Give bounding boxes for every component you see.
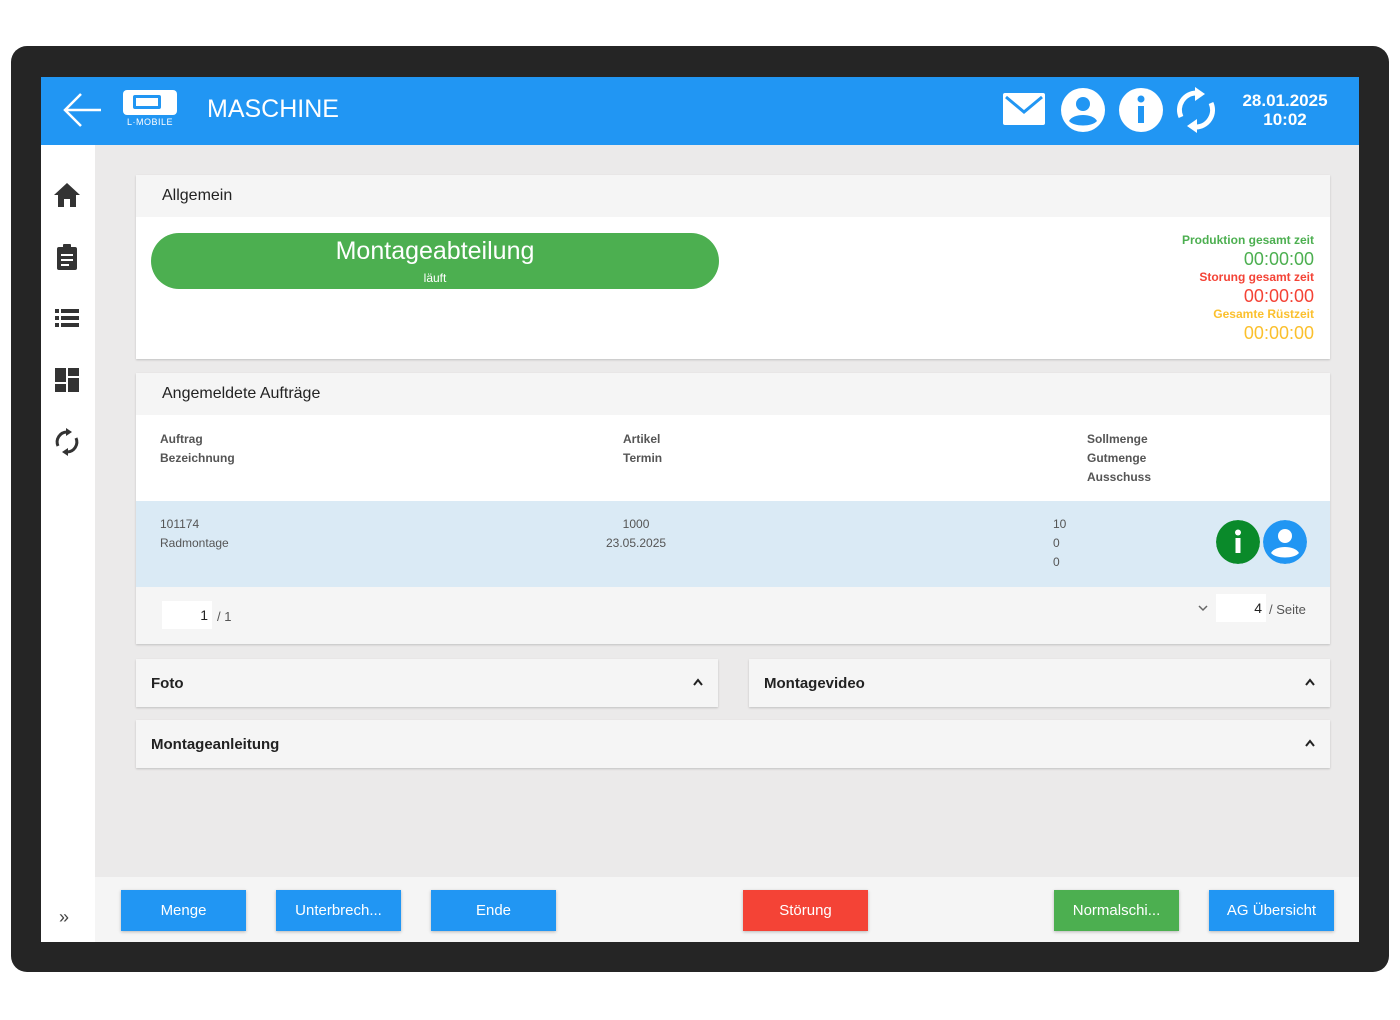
machine-status-text: läuft <box>423 271 447 285</box>
logo-mark-icon <box>123 90 177 115</box>
account-icon[interactable] <box>1060 87 1106 133</box>
setup-time-label: Gesamte Rüstzeit <box>1213 307 1314 321</box>
machine-status-pill[interactable]: Montageabteilung läuft <box>151 233 719 289</box>
column-header-article: Artikel Termin <box>623 432 663 465</box>
general-card: Allgemein Montageabteilung läuft Produkt… <box>136 175 1330 359</box>
orders-pagination: 1 / 1 4 / Seite <box>136 587 1330 644</box>
mail-icon[interactable] <box>1001 87 1047 133</box>
montagevideo-panel-header[interactable]: Montagevideo <box>749 659 1330 707</box>
page-title: MASCHINE <box>207 95 339 123</box>
chevron-down-icon[interactable] <box>1198 604 1208 612</box>
department-name: Montageabteilung <box>335 237 535 265</box>
current-time: 10:02 <box>1263 110 1307 129</box>
chevron-up-icon <box>1305 739 1315 747</box>
order-info-button[interactable] <box>1216 520 1260 564</box>
chevron-up-icon <box>693 678 703 686</box>
orders-card-title: Angemeldete Aufträge <box>162 385 321 402</box>
back-arrow-icon[interactable] <box>61 90 103 130</box>
orders-card: Angemeldete Aufträge Auftrag Bezeichnung… <box>136 373 1330 644</box>
current-date: 28.01.2025 <box>1242 91 1328 110</box>
order-row[interactable]: 101174 Radmontage 1000 23.05.2025 10 0 0 <box>136 501 1330 587</box>
menge-button[interactable]: Menge <box>121 890 246 931</box>
sync-icon[interactable] <box>52 427 82 457</box>
chevron-up-icon <box>1305 678 1315 686</box>
order-identification: 101174 Radmontage <box>160 517 229 550</box>
order-article-date: 1000 23.05.2025 <box>606 517 667 550</box>
order-quantities: 10 0 0 <box>1053 517 1067 569</box>
column-header-order: Auftrag Bezeichnung <box>160 432 235 465</box>
general-card-header: Allgemein <box>136 175 1330 217</box>
general-card-title: Allgemein <box>162 187 233 204</box>
clipboard-icon[interactable] <box>52 242 82 272</box>
unterbrechung-button[interactable]: Unterbrech... <box>276 890 401 931</box>
orders-card-header: Angemeldete Aufträge <box>136 373 1330 415</box>
timer-summary: Produktion gesamt zeit 00:00:00 Storung … <box>1182 233 1314 344</box>
dashboard-icon[interactable] <box>52 365 82 395</box>
page-size-label: / Seite <box>1269 602 1306 617</box>
page-number-input[interactable]: 1 <box>162 601 212 629</box>
date-time-display: 28.01.2025 10:02 <box>1227 91 1343 129</box>
sidebar: » <box>41 145 95 942</box>
ende-button[interactable]: Ende <box>431 890 556 931</box>
foto-panel-title: Foto <box>151 675 184 692</box>
order-user-button[interactable] <box>1263 520 1307 564</box>
production-time-value: 00:00:00 <box>1243 249 1314 269</box>
column-header-quantities: Sollmenge Gutmenge Ausschuss <box>1087 432 1152 484</box>
app-screen: L·MOBILE MASCHINE 28.01.2025 10:02 » All… <box>41 77 1359 942</box>
expand-sidebar-button[interactable]: » <box>59 907 69 928</box>
normalschicht-button[interactable]: Normalschi... <box>1054 890 1179 931</box>
top-bar: L·MOBILE MASCHINE 28.01.2025 10:02 <box>41 77 1359 145</box>
page-size-select[interactable]: 4 <box>1216 594 1266 622</box>
logo-text: L·MOBILE <box>126 117 173 127</box>
montageanleitung-panel-header[interactable]: Montageanleitung <box>136 720 1330 768</box>
setup-time-value: 00:00:00 <box>1243 323 1314 343</box>
page-total: / 1 <box>217 609 232 624</box>
montageanleitung-panel-title: Montageanleitung <box>151 736 280 753</box>
production-time-label: Produktion gesamt zeit <box>1181 233 1314 247</box>
ag-uebersicht-button[interactable]: AG Übersicht <box>1209 890 1334 931</box>
stoerung-button[interactable]: Störung <box>743 890 868 931</box>
foto-panel-header[interactable]: Foto <box>136 659 718 707</box>
company-logo: L·MOBILE <box>121 89 179 129</box>
info-icon[interactable] <box>1118 87 1164 133</box>
refresh-icon[interactable] <box>1173 87 1219 133</box>
downtime-value: 00:00:00 <box>1243 286 1314 306</box>
list-icon[interactable] <box>52 303 82 333</box>
montagevideo-panel-title: Montagevideo <box>764 675 865 692</box>
downtime-label: Storung gesamt zeit <box>1199 270 1314 284</box>
action-bar: Menge Unterbrech... Ende Störung Normals… <box>95 877 1359 942</box>
home-icon[interactable] <box>52 180 82 210</box>
